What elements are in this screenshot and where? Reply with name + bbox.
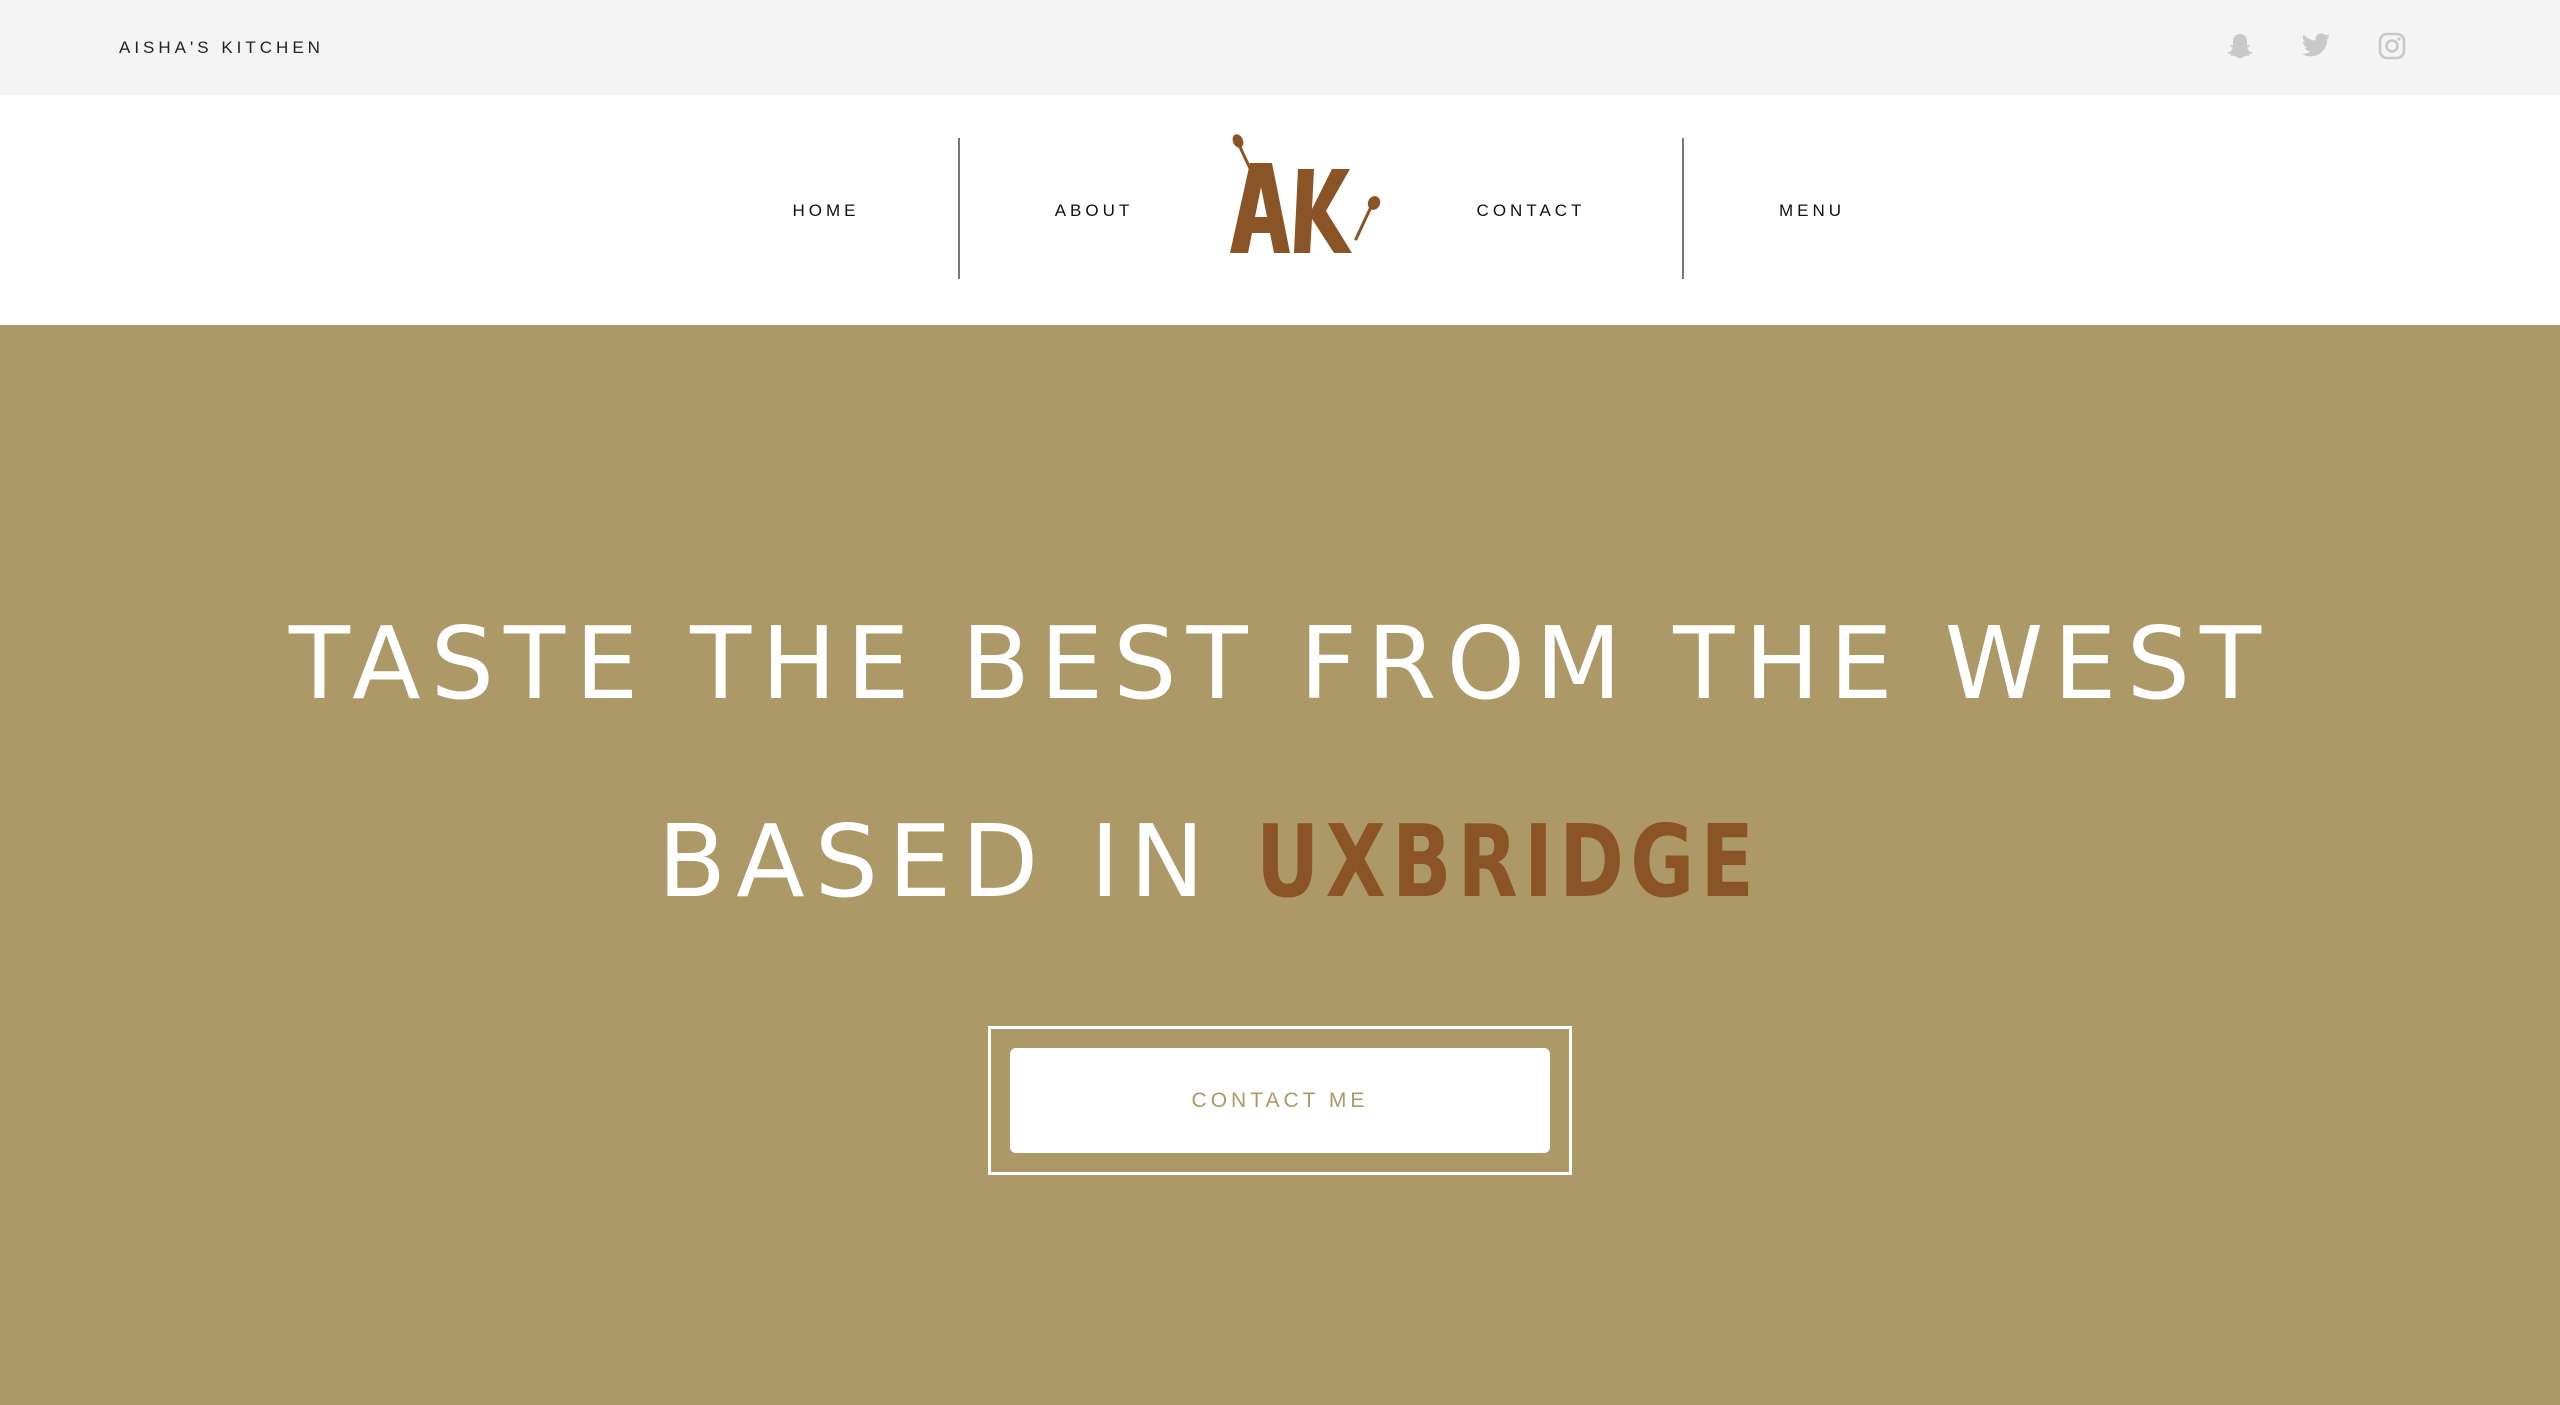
nav-menu[interactable]: MENU (1779, 201, 1845, 221)
nav-contact[interactable]: CONTACT (1477, 201, 1586, 221)
hero-headline: TASTE THE BEST FROM THE WEST (288, 605, 2272, 722)
main-nav: HOME ABOUT CONTACT MENU (0, 95, 2560, 325)
instagram-link[interactable] (2376, 30, 2408, 62)
top-bar: AISHA'S KITCHEN (0, 0, 2560, 95)
nav-home[interactable]: HOME (793, 201, 860, 221)
hero-section: TASTE THE BEST FROM THE WEST BASED IN UX… (0, 325, 2560, 1405)
nav-about[interactable]: ABOUT (1055, 201, 1134, 221)
contact-me-button[interactable]: CONTACT ME (1010, 1048, 1550, 1153)
twitter-icon (2301, 33, 2330, 57)
instagram-icon (2378, 32, 2406, 60)
hero-location-highlight: UXBRIDGE (1256, 803, 1761, 920)
hero-location-prefix: BASED IN (657, 803, 1257, 920)
cta-frame: CONTACT ME (988, 1026, 1572, 1175)
ak-logo-icon (1230, 134, 1381, 253)
nav-divider (958, 138, 960, 279)
snapchat-link[interactable] (2224, 30, 2256, 62)
nav-divider (1682, 138, 1684, 279)
brand-name-link[interactable]: AISHA'S KITCHEN (119, 38, 324, 58)
snapchat-icon (2227, 34, 2253, 58)
twitter-link[interactable] (2300, 30, 2332, 62)
hero-subheadline: BASED IN UXBRIDGE (0, 803, 2560, 920)
ak-logo[interactable] (1220, 129, 1390, 269)
